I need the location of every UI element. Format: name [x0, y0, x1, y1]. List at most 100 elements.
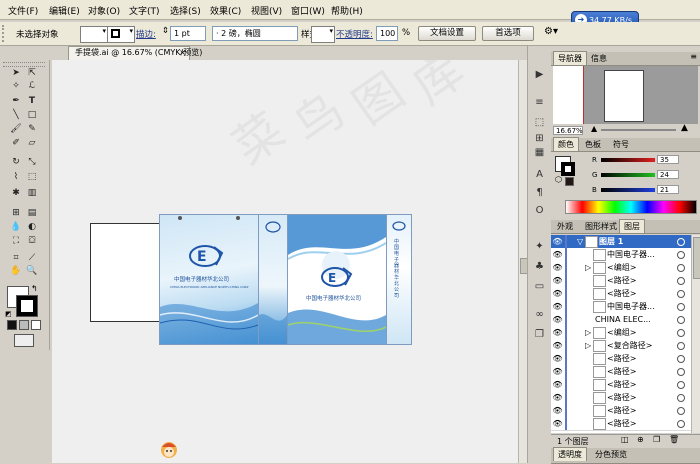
zoom-slider[interactable] — [601, 129, 676, 131]
gradient-tool-icon[interactable]: ▤ — [25, 208, 39, 219]
close-icon[interactable]: × — [179, 47, 186, 59]
layer-row[interactable]: 👁 <路径> — [551, 352, 691, 366]
eye-icon[interactable]: 👁 — [552, 392, 563, 403]
gradient-mode-icon[interactable] — [19, 320, 29, 330]
default-colors-icon[interactable]: ◩ — [5, 310, 12, 318]
eye-icon[interactable]: 👁 — [552, 288, 563, 299]
bag-side-panel-right[interactable]: 中国电子器材华北公司 — [386, 214, 412, 345]
layer-row[interactable]: 👁 <路径> — [551, 274, 691, 288]
pencil-tool-icon[interactable]: ✎ — [25, 124, 39, 135]
style-swatch[interactable]: ▾ — [311, 26, 335, 43]
stroke-panel-icon[interactable]: ≡ — [532, 96, 547, 109]
panel-options-icon[interactable]: ⚙▾ — [544, 26, 558, 37]
stroke-width-select[interactable]: 1 pt — [170, 26, 206, 41]
line-tool-icon[interactable]: ╲ — [9, 110, 23, 121]
channel-r-input[interactable]: 35 — [657, 155, 679, 164]
panel-menu-icon[interactable]: ≡ — [690, 52, 697, 61]
stroke-color-box[interactable] — [16, 295, 38, 317]
stroke-spin-icon[interactable]: ⇕ — [162, 26, 169, 36]
tab-separations-preview[interactable]: 分色预览 — [591, 448, 631, 461]
bag-back-panel[interactable]: E 中国电子器材华北公司 — [287, 214, 387, 345]
blank-artboard[interactable] — [90, 223, 160, 322]
menu-file[interactable]: 文件(F) — [8, 4, 38, 17]
tab-navigator[interactable]: 导航器 — [553, 51, 587, 65]
eye-icon[interactable]: 👁 — [552, 236, 563, 247]
selection-tool-icon[interactable]: ➤ — [9, 68, 23, 79]
target-icon[interactable] — [677, 381, 685, 389]
none-mode-icon[interactable] — [31, 320, 41, 330]
tab-info[interactable]: 信息 — [587, 52, 611, 65]
links-panel-icon[interactable]: ∞ — [532, 308, 547, 321]
stroke-label[interactable]: 描边: — [136, 28, 156, 40]
channel-b-input[interactable]: 21 — [657, 185, 679, 194]
new-sublayer-icon[interactable]: ⊕ — [637, 435, 644, 444]
layer-row[interactable]: 👁 中国电子器... — [551, 300, 691, 314]
eye-icon[interactable]: 👁 — [552, 249, 563, 260]
bag-front-panel[interactable]: E 中国电子器材华北公司 CHINA ELECTRONIC APPLIANCE … — [159, 214, 259, 345]
mesh-tool-icon[interactable]: ⊞ — [9, 208, 23, 219]
tab-graphic-styles[interactable]: 图形样式 — [581, 220, 621, 233]
layer-row[interactable]: 👁 <路径> — [551, 378, 691, 392]
layer-row[interactable]: 👁 中国电子器... — [551, 248, 691, 262]
crop-area-tool-icon[interactable]: ⌗ — [9, 253, 23, 264]
target-icon[interactable] — [677, 355, 685, 363]
channel-r-slider[interactable] — [601, 158, 655, 162]
eye-icon[interactable]: 👁 — [552, 353, 563, 364]
live-paint-tool-icon[interactable]: ⛶ — [9, 236, 23, 247]
character-panel-icon[interactable]: A — [532, 168, 547, 181]
tab-transparency[interactable]: 透明度 — [553, 447, 587, 461]
menu-type[interactable]: 文字(T) — [129, 4, 160, 17]
scale-tool-icon[interactable]: ⤡ — [25, 157, 39, 168]
stroke-swatch[interactable]: ▾ — [107, 26, 135, 43]
new-layer-icon[interactable]: ❐ — [653, 435, 660, 444]
warp-tool-icon[interactable]: ⌇ — [9, 172, 23, 183]
layer-row[interactable]: 👁 <路径> — [551, 287, 691, 301]
color-stroke-box[interactable] — [561, 162, 575, 176]
tab-swatches[interactable]: 色板 — [581, 138, 605, 151]
target-icon[interactable] — [677, 303, 685, 311]
layer-row[interactable]: 👁 ▽ 图层 1 — [551, 235, 691, 249]
layer-row[interactable]: 👁 <路径> — [551, 391, 691, 405]
opentype-panel-icon[interactable]: O — [532, 204, 547, 217]
blob-brush-tool-icon[interactable]: ✐ — [9, 138, 23, 149]
lasso-tool-icon[interactable]: ℒ — [25, 81, 39, 92]
opacity-label[interactable]: 不透明度: — [336, 28, 373, 40]
make-clipping-mask-icon[interactable]: ◫ — [621, 435, 629, 444]
channel-b-slider[interactable] — [601, 188, 655, 192]
target-icon[interactable] — [677, 316, 685, 324]
tab-color[interactable]: 颜色 — [553, 137, 579, 151]
target-icon[interactable] — [677, 368, 685, 376]
menu-view[interactable]: 视图(V) — [251, 4, 282, 17]
zoom-out-icon[interactable]: ▲ — [591, 124, 597, 133]
fill-swatch[interactable]: ▾ — [80, 26, 108, 43]
eye-icon[interactable]: 👁 — [552, 405, 563, 416]
target-icon[interactable] — [677, 342, 685, 350]
slice-tool-icon[interactable]: ⟋ — [25, 253, 39, 264]
color-mode-icon[interactable] — [7, 320, 17, 330]
paragraph-panel-icon[interactable]: ¶ — [532, 186, 547, 199]
preferences-button[interactable]: 首选项 — [482, 26, 534, 41]
expand-icon[interactable]: ▷ — [585, 340, 591, 351]
menu-window[interactable]: 窗口(W) — [291, 4, 325, 17]
eraser-tool-icon[interactable]: ▱ — [25, 138, 39, 149]
eye-icon[interactable]: 👁 — [552, 418, 563, 429]
target-icon[interactable] — [677, 238, 685, 246]
blend-tool-icon[interactable]: ◐ — [25, 222, 39, 233]
layer-row[interactable]: 👁 <路径> — [551, 365, 691, 379]
eye-icon[interactable]: 👁 — [552, 327, 563, 338]
hand-tool-icon[interactable]: ✋ — [9, 266, 23, 277]
pen-tool-icon[interactable]: ✒ — [9, 96, 23, 107]
target-icon[interactable] — [677, 251, 685, 259]
rotate-tool-icon[interactable]: ↻ — [9, 157, 23, 168]
tab-symbols[interactable]: 符号 — [609, 138, 633, 151]
paintbrush-tool-icon[interactable]: 🖌 — [9, 124, 23, 135]
target-icon[interactable] — [677, 329, 685, 337]
eye-icon[interactable]: 👁 — [552, 262, 563, 273]
symbols-panel-icon[interactable]: ♣ — [532, 260, 547, 273]
brushes-panel-icon[interactable]: ✦ — [532, 240, 547, 253]
eye-icon[interactable]: 👁 — [552, 379, 563, 390]
layer-row[interactable]: 👁 <路径> — [551, 404, 691, 418]
target-icon[interactable] — [677, 277, 685, 285]
expand-icon[interactable]: ▽ — [577, 236, 583, 247]
align-panel-icon[interactable]: ⊞ — [532, 132, 547, 145]
